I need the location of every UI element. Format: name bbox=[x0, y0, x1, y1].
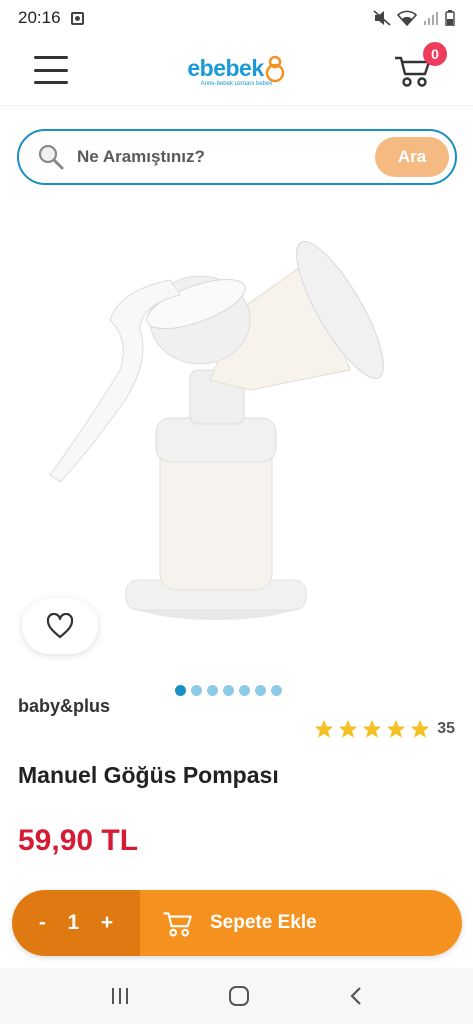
star-icon bbox=[363, 719, 382, 738]
search-button[interactable]: Ara bbox=[375, 137, 449, 177]
mute-icon bbox=[373, 10, 391, 26]
wifi-icon bbox=[397, 10, 417, 26]
cart-count-badge: 0 bbox=[423, 42, 447, 66]
home-icon[interactable] bbox=[228, 985, 250, 1007]
star-icon bbox=[387, 719, 406, 738]
product-rating[interactable]: 35 bbox=[313, 718, 455, 740]
logo-text: ebebek bbox=[187, 55, 264, 81]
status-icons bbox=[373, 10, 455, 26]
star-icon bbox=[339, 719, 358, 738]
cart-button[interactable]: 0 bbox=[393, 42, 447, 90]
rating-count: 35 bbox=[437, 720, 455, 737]
heart-icon bbox=[46, 613, 74, 639]
carousel-dot[interactable] bbox=[271, 685, 282, 696]
product-image[interactable] bbox=[30, 220, 440, 660]
product-title: Manuel Göğüs Pompası bbox=[18, 762, 279, 788]
product-brand[interactable]: baby&plus bbox=[18, 696, 110, 717]
quantity-stepper: - 1 + bbox=[12, 890, 140, 956]
increase-quantity-button[interactable]: + bbox=[101, 911, 113, 935]
notification-icon bbox=[70, 11, 84, 25]
signal-icon bbox=[424, 12, 438, 25]
battery-icon bbox=[445, 10, 455, 26]
search-icon bbox=[38, 144, 64, 170]
add-to-cart-label: Sepete Ekle bbox=[210, 912, 317, 933]
product-price: 59,90 TL bbox=[18, 824, 139, 857]
add-to-cart-button[interactable]: Sepete Ekle bbox=[140, 890, 462, 956]
logo-mark-icon bbox=[265, 55, 284, 82]
star-icon bbox=[315, 719, 334, 738]
carousel-dot[interactable] bbox=[239, 685, 250, 696]
logo-tagline: Anne-bebek uzmanı bebek bbox=[200, 80, 273, 87]
image-carousel-dots bbox=[175, 685, 282, 696]
search-bar: Ara bbox=[17, 129, 457, 185]
stroller-cart-icon bbox=[163, 912, 192, 937]
add-to-cart-bar: - 1 + Sepete Ekle bbox=[12, 890, 462, 956]
carousel-dot[interactable] bbox=[223, 685, 234, 696]
carousel-dot[interactable] bbox=[207, 685, 218, 696]
favorite-button[interactable] bbox=[22, 598, 98, 654]
recent-apps-icon[interactable] bbox=[109, 986, 131, 1006]
carousel-dot[interactable] bbox=[255, 685, 266, 696]
carousel-dot[interactable] bbox=[191, 685, 202, 696]
status-time: 20:16 bbox=[18, 8, 61, 27]
carousel-dot[interactable] bbox=[175, 685, 186, 696]
menu-icon[interactable] bbox=[34, 56, 68, 84]
back-icon[interactable] bbox=[348, 986, 364, 1006]
app-header: ebebek Anne-bebek uzmanı bebek 0 bbox=[0, 36, 473, 106]
android-nav-bar bbox=[0, 968, 473, 1024]
ebebek-logo[interactable]: ebebek Anne-bebek uzmanı bebek bbox=[187, 55, 285, 87]
quantity-value: 1 bbox=[67, 911, 80, 934]
star-icon bbox=[411, 719, 430, 738]
decrease-quantity-button[interactable]: - bbox=[39, 911, 46, 935]
status-bar: 20:16 bbox=[0, 0, 473, 36]
